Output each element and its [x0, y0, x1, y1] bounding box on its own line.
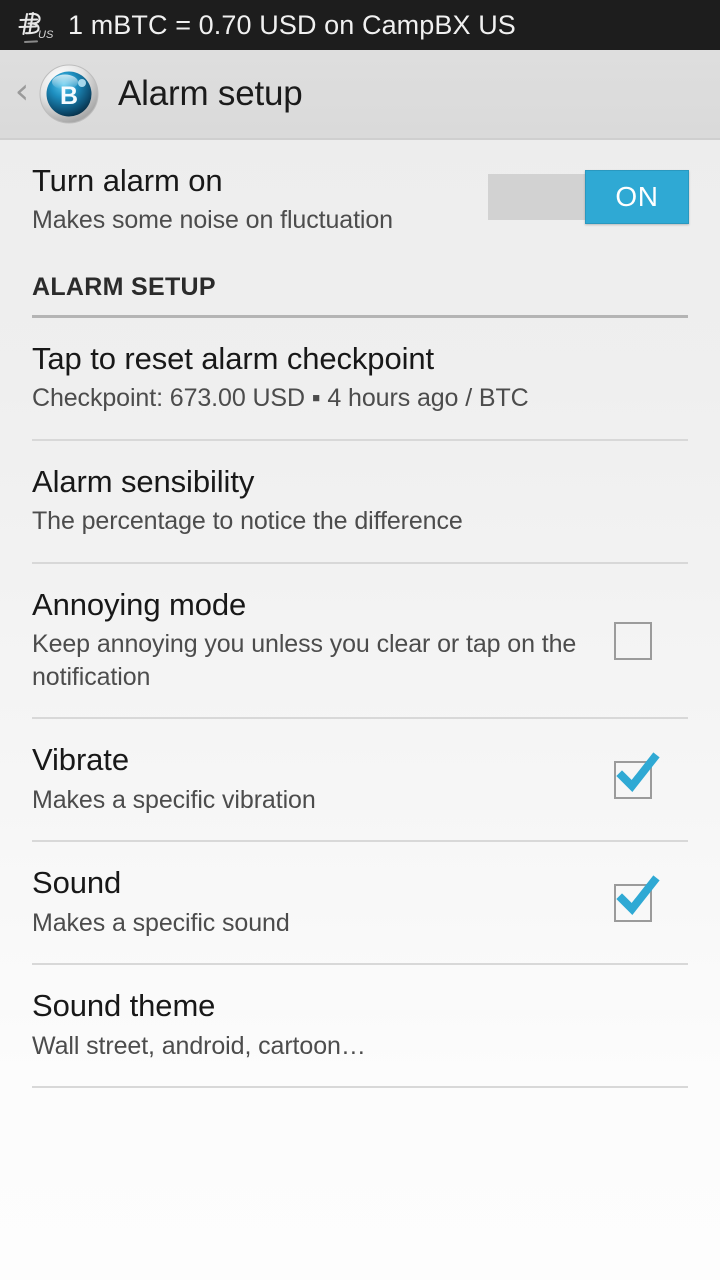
- section-header-alarm-setup: ALARM SETUP: [0, 273, 720, 318]
- checkmark-icon: [616, 752, 660, 792]
- row-text: Annoying mode Keep annoying you unless y…: [32, 586, 578, 693]
- annoying-mode-checkbox[interactable]: [614, 621, 652, 660]
- switch-state-label: ON: [615, 181, 659, 212]
- preference-reset-checkpoint[interactable]: Tap to reset alarm checkpoint Checkpoint…: [0, 318, 720, 439]
- status-bar: US 1 mBTC = 0.70 USD on CampBX US: [0, 0, 720, 50]
- back-chevron-icon[interactable]: ‹: [8, 74, 36, 114]
- row-text: Sound theme Wall street, android, cartoo…: [32, 989, 688, 1062]
- svg-text:B: B: [60, 82, 78, 110]
- row-text: Tap to reset alarm checkpoint Checkpoint…: [32, 340, 688, 415]
- row-text: Sound Makes a specific sound: [32, 866, 578, 939]
- preference-summary: Makes a specific vibration: [32, 785, 316, 814]
- preference-title: Sound theme: [32, 988, 216, 1024]
- preference-title: Vibrate: [32, 742, 129, 778]
- preference-vibrate[interactable]: Vibrate Makes a specific vibration: [0, 719, 720, 840]
- checkbox-box: [614, 621, 652, 660]
- bitcoin-b-us-icon: US: [14, 4, 54, 46]
- preference-summary: Wall street, android, cartoon…: [32, 1031, 366, 1060]
- preference-title: Alarm sensibility: [32, 463, 255, 499]
- row-text: Alarm sensibility The percentage to noti…: [32, 463, 688, 538]
- preference-list: Turn alarm on Makes some noise on fluctu…: [0, 140, 720, 1280]
- section-title: ALARM SETUP: [32, 272, 216, 301]
- preference-summary: Checkpoint: 673.00 USD ▪ 4 hours ago / B…: [32, 384, 529, 413]
- bitcoin-sphere-icon[interactable]: B: [38, 63, 100, 125]
- preference-title: Sound: [32, 865, 122, 901]
- preference-sound[interactable]: Sound Makes a specific sound: [0, 842, 720, 963]
- preference-summary: The percentage to notice the difference: [32, 507, 463, 536]
- vibrate-checkbox[interactable]: [614, 752, 660, 799]
- preference-alarm-sensibility[interactable]: Alarm sensibility The percentage to noti…: [0, 441, 720, 562]
- switch-thumb: ON: [585, 170, 689, 224]
- alarm-toggle-switch[interactable]: ON: [488, 170, 689, 224]
- svg-text:US: US: [38, 29, 54, 41]
- app-screen: US 1 mBTC = 0.70 USD on CampBX US ‹ B Al…: [0, 0, 720, 1280]
- row-text: Vibrate Makes a specific vibration: [32, 743, 578, 816]
- preference-annoying-mode[interactable]: Annoying mode Keep annoying you unless y…: [0, 564, 720, 717]
- preference-turn-alarm-on[interactable]: Turn alarm on Makes some noise on fluctu…: [0, 140, 720, 259]
- preference-title: Tap to reset alarm checkpoint: [32, 340, 435, 376]
- row-widget: [578, 875, 688, 922]
- preference-summary: Makes a specific sound: [32, 908, 290, 937]
- preference-title: Annoying mode: [32, 586, 247, 622]
- preference-summary: Makes some noise on fluctuation: [32, 206, 393, 235]
- ticker-text: 1 mBTC = 0.70 USD on CampBX US: [68, 9, 516, 40]
- row-widget: [578, 752, 688, 799]
- action-bar: ‹ B Alarm setup: [0, 50, 720, 140]
- sound-checkbox[interactable]: [614, 875, 660, 922]
- page-title: Alarm setup: [118, 74, 303, 113]
- row-text: Turn alarm on Makes some noise on fluctu…: [32, 164, 488, 237]
- row-widget: [578, 621, 688, 660]
- preference-sound-theme[interactable]: Sound theme Wall street, android, cartoo…: [0, 965, 720, 1086]
- row-widget: ON: [488, 164, 689, 224]
- preference-title: Turn alarm on: [32, 163, 223, 198]
- preference-summary: Keep annoying you unless you clear or ta…: [32, 630, 577, 691]
- list-divider: [32, 1086, 688, 1089]
- checkmark-icon: [616, 875, 660, 915]
